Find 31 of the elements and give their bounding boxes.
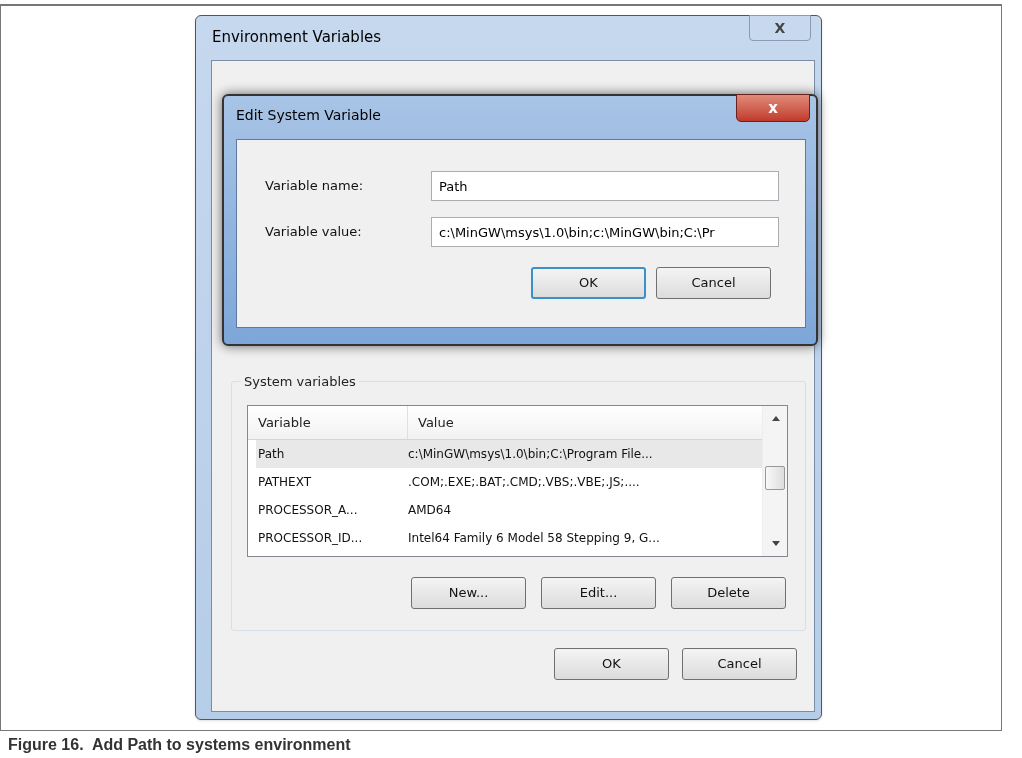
scroll-down-icon[interactable] bbox=[772, 541, 780, 546]
scroll-up-icon[interactable] bbox=[772, 416, 780, 421]
button[interactable]: OK bbox=[531, 267, 646, 299]
window-title: Edit System Variable bbox=[236, 106, 381, 125]
close-button[interactable]: X bbox=[749, 15, 811, 41]
table-cell-text: PROCESSOR_ID... bbox=[257, 530, 364, 547]
table-row[interactable]: Path c:\MinGW\msys\1.0\bin;C:\Program File... bbox=[256, 440, 762, 468]
column-header[interactable]: Variable bbox=[248, 406, 408, 439]
field-label: Variable name: bbox=[265, 177, 364, 196]
figure-caption: Figure 16. Add Path to systems environment bbox=[8, 734, 351, 755]
button[interactable]: Delete bbox=[671, 577, 786, 609]
button[interactable]: Edit... bbox=[541, 577, 656, 609]
table-cell-text: AMD64 bbox=[408, 502, 453, 519]
text-field[interactable]: c:\MinGW\msys\1.0\bin;c:\MinGW\bin;C:\Pr bbox=[431, 217, 779, 247]
field-label: Variable value: bbox=[265, 223, 363, 242]
table-cell-text: .COM;.EXE;.BAT;.CMD;.VBS;.VBE;.JS;.... bbox=[408, 474, 641, 491]
button[interactable]: Cancel bbox=[682, 648, 797, 680]
button[interactable]: New... bbox=[411, 577, 526, 609]
table-cell-text: Intel64 Family 6 Model 58 Stepping 9, G... bbox=[408, 530, 661, 547]
button[interactable]: Cancel bbox=[656, 267, 771, 299]
button[interactable]: OK bbox=[554, 648, 669, 680]
table-cell-text: PATHEXT bbox=[257, 474, 313, 491]
window-title: Environment Variables bbox=[212, 27, 382, 48]
scrollbar[interactable] bbox=[762, 406, 787, 556]
table-cell-text: PROCESSOR_A... bbox=[257, 502, 359, 519]
column-header[interactable]: Value bbox=[408, 406, 762, 439]
table-cell-text: c:\MinGW\msys\1.0\bin;C:\Program File... bbox=[408, 446, 654, 463]
table-cell-text: Path bbox=[257, 446, 286, 463]
text-field[interactable]: Path bbox=[431, 171, 779, 201]
scrollbar-thumb[interactable] bbox=[765, 466, 785, 490]
close-button[interactable]: x bbox=[736, 94, 810, 122]
